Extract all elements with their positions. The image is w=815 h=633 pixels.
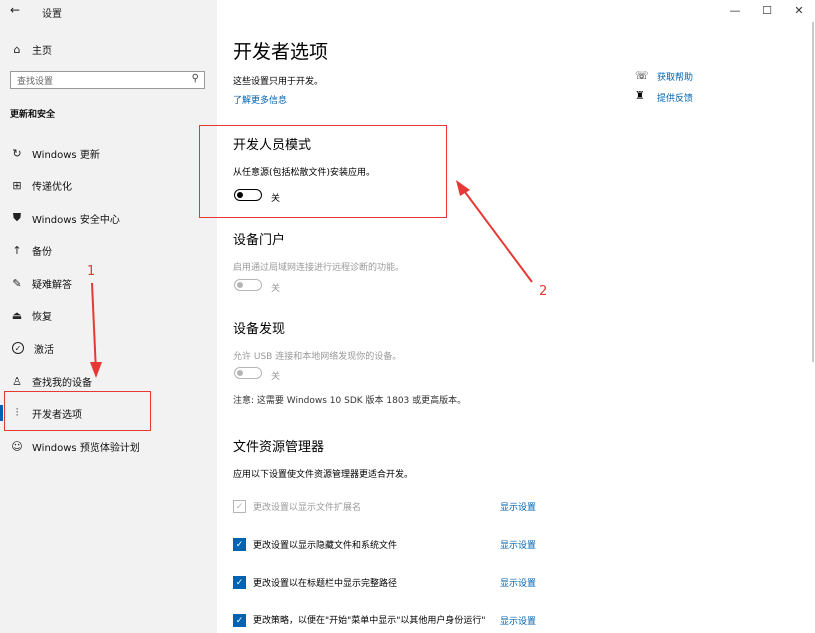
show-hidden-files-checkbox[interactable]: ✓ xyxy=(233,538,246,551)
sidebar: ← 设置 ⌂ 主页 查找设置 ⚲ 更新和安全 ↻ Windows 更新 ⊞ 传递… xyxy=(0,0,217,633)
backup-icon: ↑ xyxy=(12,243,22,257)
selection-indicator xyxy=(0,405,3,421)
sidebar-item-home[interactable]: ⌂ 主页 xyxy=(0,34,217,64)
sidebar-item-label: 主页 xyxy=(32,45,52,57)
search-icon: ⚲ xyxy=(191,73,199,84)
sidebar-item-label: 传递优化 xyxy=(32,181,72,193)
explorer-desc: 应用以下设置使文件资源管理器更适合开发。 xyxy=(233,470,414,480)
show-settings-link-3[interactable]: 显示设置 xyxy=(500,576,536,589)
get-help-link[interactable]: 获取帮助 xyxy=(657,70,693,83)
insider-icon: ☺ xyxy=(11,439,23,453)
sidebar-item-recovery[interactable]: ⏏ 恢复 xyxy=(0,300,217,330)
sidebar-item-label: Windows 安全中心 xyxy=(32,214,120,226)
feedback-icon: ♜ xyxy=(635,89,645,102)
window-title: 设置 xyxy=(42,9,62,20)
show-settings-link-4[interactable]: 显示设置 xyxy=(500,614,536,627)
sidebar-item-backup[interactable]: ↑ 备份 xyxy=(0,235,217,265)
run-as-other-user-checkbox[interactable]: ✓ xyxy=(233,614,246,627)
device-portal-heading: 设备门户 xyxy=(233,233,286,248)
sidebar-item-windows-security[interactable]: ⛊ Windows 安全中心 xyxy=(0,203,217,233)
sidebar-item-label: Windows 预览体验计划 xyxy=(32,442,140,454)
show-settings-link-2[interactable]: 显示设置 xyxy=(500,538,536,551)
toggle-knob xyxy=(237,369,243,376)
shield-icon: ⛊ xyxy=(12,211,22,224)
annotation-label-1: 1 xyxy=(87,264,96,279)
sidebar-item-label: 激活 xyxy=(34,344,54,356)
activation-icon: ✓ xyxy=(12,342,24,354)
recovery-icon: ⏏ xyxy=(11,308,23,322)
sidebar-item-label: Windows 更新 xyxy=(32,149,100,161)
wrench-icon: ✎ xyxy=(12,276,22,290)
show-extensions-checkbox[interactable]: ✓ xyxy=(233,500,246,513)
main-pane: — ☐ ✕ 开发者选项 这些设置只用于开发。 了解更多信息 ☏ 获取帮助 ♜ 提… xyxy=(217,0,815,633)
device-portal-desc: 启用通过局域网连接进行远程诊断的功能。 xyxy=(233,263,405,273)
sidebar-item-label: 备份 xyxy=(32,246,52,258)
sidebar-item-troubleshoot[interactable]: ✎ 疑难解答 xyxy=(0,268,217,298)
device-discovery-desc: 允许 USB 连接和本地网络发现你的设备。 xyxy=(233,352,402,362)
back-icon[interactable]: ← xyxy=(10,3,20,17)
explorer-heading: 文件资源管理器 xyxy=(233,440,325,455)
device-discovery-state: 关 xyxy=(271,372,281,382)
sidebar-item-activation[interactable]: ✓ 激活 xyxy=(0,333,217,363)
scrollbar[interactable] xyxy=(812,22,814,362)
check-icon: ✓ xyxy=(235,539,244,550)
sidebar-item-windows-update[interactable]: ↻ Windows 更新 xyxy=(0,138,217,168)
device-portal-state: 关 xyxy=(271,284,281,294)
annotation-label-2: 2 xyxy=(539,284,548,299)
toggle-knob xyxy=(237,281,243,288)
find-device-icon: ♙ xyxy=(12,374,22,388)
close-button[interactable]: ✕ xyxy=(791,4,807,17)
annotation-box-developer-options xyxy=(4,391,151,431)
feedback-link[interactable]: 提供反馈 xyxy=(657,91,693,104)
home-icon: ⌂ xyxy=(13,42,21,56)
search-input[interactable]: 查找设置 ⚲ xyxy=(10,71,205,89)
maximize-button[interactable]: ☐ xyxy=(759,4,775,17)
help-icon: ☏ xyxy=(635,69,649,82)
page-title: 开发者选项 xyxy=(233,41,329,63)
device-discovery-heading: 设备发现 xyxy=(233,322,286,337)
minimize-button[interactable]: — xyxy=(727,4,743,17)
sidebar-item-label: 疑难解答 xyxy=(32,279,72,291)
sidebar-item-windows-insider[interactable]: ☺ Windows 预览体验计划 xyxy=(0,431,217,461)
sidebar-item-label: 恢复 xyxy=(32,311,52,323)
sidebar-item-delivery-optimization[interactable]: ⊞ 传递优化 xyxy=(0,170,217,200)
show-full-path-checkbox[interactable]: ✓ xyxy=(233,576,246,589)
show-extensions-label: 更改设置以显示文件扩展名 xyxy=(253,503,362,513)
learn-more-link[interactable]: 了解更多信息 xyxy=(233,93,287,106)
intro-text: 这些设置只用于开发。 xyxy=(233,77,324,87)
device-portal-toggle[interactable] xyxy=(234,279,262,291)
check-icon: ✓ xyxy=(235,501,244,512)
annotation-box-developer-mode xyxy=(199,125,447,218)
section-title: 更新和安全 xyxy=(10,110,56,120)
show-full-path-label: 更改设置以在标题栏中显示完整路径 xyxy=(253,579,398,589)
sync-icon: ↻ xyxy=(12,146,22,160)
device-discovery-note: 注意: 这需要 Windows 10 SDK 版本 1803 或更高版本。 xyxy=(233,396,467,406)
show-hidden-files-label: 更改设置以显示隐藏文件和系统文件 xyxy=(253,541,398,551)
search-placeholder: 查找设置 xyxy=(17,77,54,87)
check-icon: ✓ xyxy=(235,577,244,588)
check-icon: ✓ xyxy=(235,615,244,626)
run-as-other-user-label: 更改策略，以便在"开始"菜单中显示"以其他用户身份运行" xyxy=(253,616,486,626)
sidebar-item-label: 查找我的设备 xyxy=(32,377,92,389)
show-settings-link-1[interactable]: 显示设置 xyxy=(500,500,536,513)
device-discovery-toggle[interactable] xyxy=(234,367,262,379)
delivery-icon: ⊞ xyxy=(12,178,22,192)
